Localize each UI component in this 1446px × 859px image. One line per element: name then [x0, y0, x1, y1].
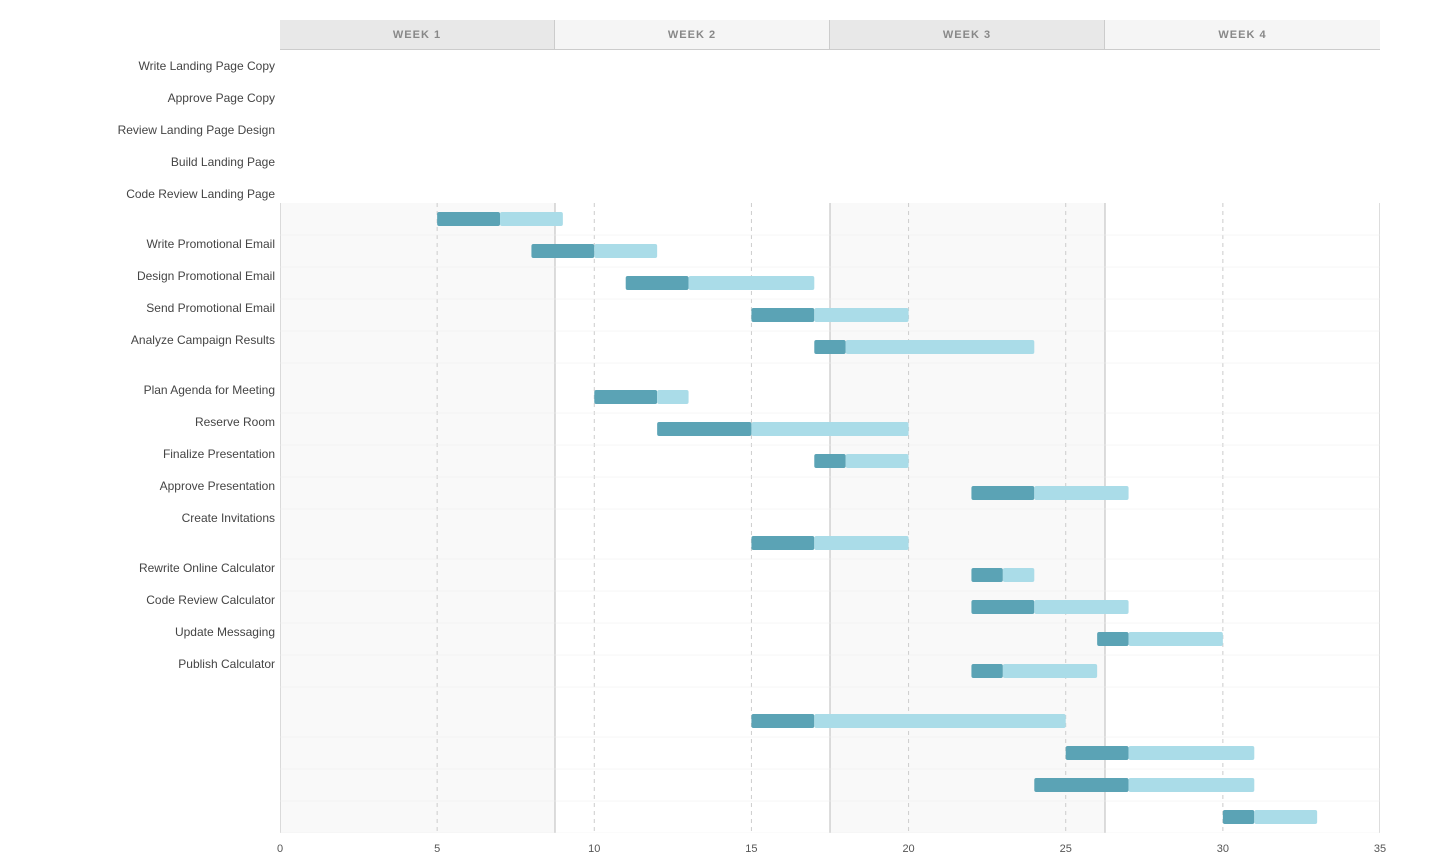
gantt-chart: WEEK 1WEEK 2WEEK 3WEEK 4 Write Landing P…: [0, 0, 1446, 836]
x-tick-10: 10: [588, 843, 600, 855]
week-header-4: WEEK 4: [1105, 20, 1380, 49]
x-tick-30: 30: [1217, 843, 1229, 855]
task-label-15: Code Review Calculator: [15, 593, 275, 607]
task-label-16: Update Messaging: [15, 625, 275, 639]
task-label-1: Approve Page Copy: [15, 91, 275, 105]
task-label-10: Reserve Room: [15, 415, 275, 429]
task-label-3: Build Landing Page: [15, 155, 275, 169]
x-tick-35: 35: [1374, 843, 1386, 855]
week-header-1: WEEK 1: [280, 20, 555, 49]
x-tick-5: 5: [434, 843, 440, 855]
task-label-8: Analyze Campaign Results: [15, 333, 275, 347]
task-label-0: Write Landing Page Copy: [15, 59, 275, 73]
task-label-17: Publish Calculator: [15, 657, 275, 671]
week-header-3: WEEK 3: [830, 20, 1105, 49]
task-label-7: Send Promotional Email: [15, 301, 275, 315]
week-header-row: WEEK 1WEEK 2WEEK 3WEEK 4: [280, 20, 1380, 50]
task-label-12: Approve Presentation: [15, 479, 275, 493]
task-label-4: Code Review Landing Page: [15, 187, 275, 201]
x-tick-20: 20: [902, 843, 914, 855]
task-label-13: Create Invitations: [15, 511, 275, 525]
task-label-6: Design Promotional Email: [15, 269, 275, 283]
task-label-11: Finalize Presentation: [15, 447, 275, 461]
week-header-2: WEEK 2: [555, 20, 830, 49]
x-tick-25: 25: [1060, 843, 1072, 855]
x-tick-15: 15: [745, 843, 757, 855]
task-label-14: Rewrite Online Calculator: [15, 561, 275, 575]
x-tick-0: 0: [277, 843, 283, 855]
task-label-2: Review Landing Page Design: [15, 123, 275, 137]
task-label-5: Write Promotional Email: [15, 237, 275, 251]
task-label-9: Plan Agenda for Meeting: [15, 383, 275, 397]
